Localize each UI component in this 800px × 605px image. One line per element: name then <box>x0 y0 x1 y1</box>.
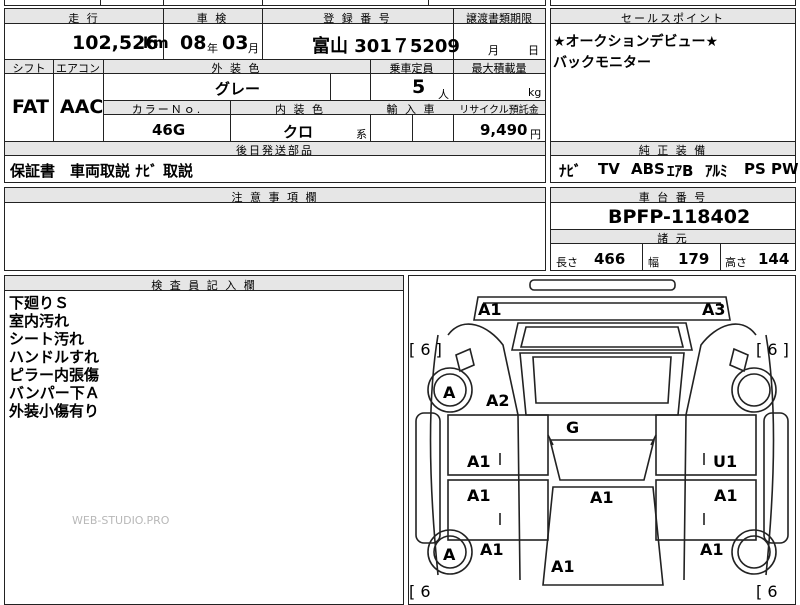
shift-label: シフト <box>12 62 46 75</box>
mark-door-rl: A1 <box>467 486 491 505</box>
interior-color-label: 内 装 色 <box>275 103 325 116</box>
note-6: バンパー下Ａ <box>9 384 100 402</box>
note-3: シート汚れ <box>9 330 85 348</box>
mark-fender-fl: A2 <box>486 391 510 410</box>
mark-front-right: A3 <box>702 300 726 319</box>
mileage-label: 走 行 <box>68 12 100 25</box>
mark-wheel-fl: A <box>443 383 456 402</box>
note-7: 外装小傷有り <box>9 402 100 420</box>
equip-navi: ﾅﾋﾞ <box>559 162 582 180</box>
inspection-year: 08 <box>180 32 207 54</box>
sales-points-box <box>550 8 796 142</box>
mileage-unit: km <box>143 34 169 52</box>
later-parts-value: 保証書 車両取説 ﾅﾋﾞ 取説 <box>10 162 193 180</box>
tire-depth-fr: [ 6 ] <box>756 340 789 359</box>
equip-pw: PW <box>771 160 799 178</box>
tire-depth-fl: [ 6 ] <box>409 340 442 359</box>
mark-door-rr: A1 <box>714 486 738 505</box>
recycle-value: 9,490 <box>480 121 528 139</box>
top-strip <box>4 0 546 6</box>
inspection-label: 車 検 <box>196 12 229 25</box>
capacity-label: 乗車定員 <box>389 62 434 75</box>
note-2: 室内汚れ <box>9 312 70 330</box>
tire-depth-rl: [ 6 <box>409 582 431 601</box>
equip-alloy: ｱﾙﾐ <box>705 162 728 180</box>
mark-roof: G <box>566 418 580 437</box>
later-parts-label: 後日発送部品 <box>236 144 314 157</box>
shift-value: FAT <box>12 96 49 118</box>
mark-door-fr: U1 <box>713 452 738 471</box>
watermark: WEB-STUDIO.PRO <box>72 514 170 527</box>
spec-length: 466 <box>594 250 626 268</box>
equip-abs: ABS <box>631 160 665 178</box>
equipment-label: 純 正 装 備 <box>638 144 708 157</box>
mark-rear-center: A1 <box>551 557 575 576</box>
inspector-notes: 下廻りＳ 室内汚れ シート汚れ ハンドルすれ ピラー内張傷 バンパー下Ａ 外装小… <box>9 294 100 420</box>
specs-label: 諸 元 <box>657 232 689 245</box>
note-5: ピラー内張傷 <box>9 366 100 384</box>
spec-width: 179 <box>678 250 710 268</box>
equip-airbag: ｴｱB <box>667 162 694 180</box>
mark-door-fl: A1 <box>467 452 491 471</box>
registration-value: 富山 301７5209 <box>312 36 460 57</box>
sales-point-2: バックモニター <box>553 55 651 71</box>
note-4: ハンドルすれ <box>9 348 100 366</box>
note-1: 下廻りＳ <box>9 294 70 312</box>
mark-hood-center: A1 <box>590 488 614 507</box>
sales-points-label: セールスポイント <box>621 12 725 25</box>
mark-quarter-rr: A1 <box>700 540 724 559</box>
car-diagram <box>415 279 789 586</box>
color-no-value: 46G <box>152 121 186 139</box>
spec-height: 144 <box>758 250 790 268</box>
mark-wheel-rl: A <box>443 545 456 564</box>
caution-label: 注 意 事 項 欄 <box>231 191 319 204</box>
recycle-label: リサイクル預託金 <box>459 105 539 116</box>
chassis-label: 車 台 番 号 <box>638 191 708 204</box>
chassis-value: BPFP-118402 <box>608 206 751 228</box>
tire-depth-rr: [ 6 <box>756 582 778 601</box>
mark-front-left: A1 <box>478 300 502 319</box>
sales-point-1: ★オークションデビュー★ <box>553 34 719 50</box>
mark-quarter-rl: A1 <box>480 540 504 559</box>
aircon-value: AAC <box>60 96 104 118</box>
transfer-deadline-label: 譲渡書類期限 <box>466 12 532 25</box>
aircon-label: エアコン <box>56 62 100 75</box>
inspector-label: 検 査 員 記 入 欄 <box>151 279 257 292</box>
interior-color-value: クロ <box>283 123 314 141</box>
capacity-value: 5 <box>412 76 426 98</box>
max-load-label: 最大積載量 <box>471 62 527 75</box>
color-no-label: カラーＮｏ. <box>131 103 203 116</box>
registration-label: 登 録 番 号 <box>323 12 392 25</box>
exterior-color-value: グレー <box>215 80 261 98</box>
equip-tv: TV <box>598 160 620 178</box>
equip-ps: PS <box>744 160 766 178</box>
inspection-month: 03 <box>222 32 249 54</box>
